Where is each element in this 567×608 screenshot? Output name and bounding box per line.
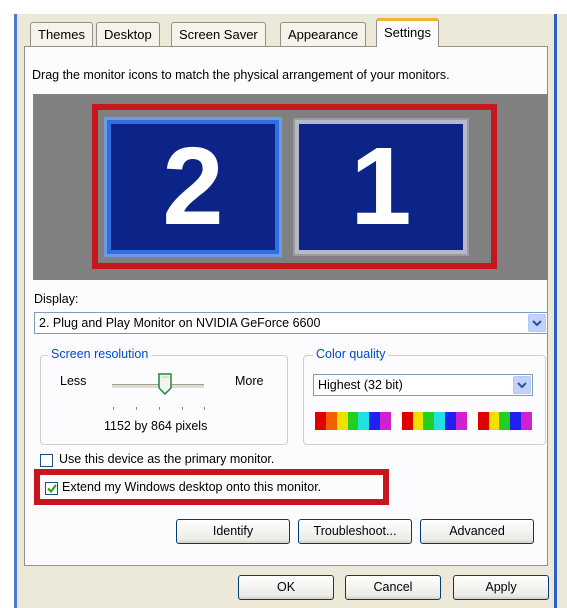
- color-swatch: [325, 412, 337, 430]
- cancel-button[interactable]: Cancel: [345, 575, 441, 600]
- color-swatch: [347, 412, 359, 430]
- chevron-down-icon[interactable]: [528, 314, 546, 332]
- primary-monitor-checkbox[interactable]: [40, 454, 53, 467]
- color-quality-value: Highest (32 bit): [318, 378, 403, 392]
- slider-tick: [204, 407, 205, 410]
- display-select-value: 2. Plug and Play Monitor on NVIDIA GeFor…: [39, 316, 321, 330]
- display-select[interactable]: 2. Plug and Play Monitor on NVIDIA GeFor…: [34, 312, 548, 334]
- resolution-less-label: Less: [60, 374, 87, 388]
- slider-tick: [113, 407, 114, 410]
- color-swatch: [445, 412, 456, 430]
- monitor-arrangement-preview: 2 1: [33, 94, 548, 280]
- troubleshoot-button[interactable]: Troubleshoot...: [298, 519, 412, 544]
- extend-desktop-label: Extend my Windows desktop onto this moni…: [62, 480, 322, 494]
- color-quality-group: [303, 355, 546, 445]
- window-border-right: [554, 14, 557, 608]
- color-quality-preview-bar: [315, 412, 532, 430]
- color-swatch: [477, 412, 489, 430]
- color-swatch: [466, 412, 478, 430]
- window-left-edge: [0, 0, 14, 608]
- advanced-button[interactable]: Advanced: [420, 519, 534, 544]
- resolution-value: 1152 by 864 pixels: [104, 419, 208, 433]
- color-quality-title: Color quality: [313, 347, 389, 361]
- color-swatch: [412, 412, 424, 430]
- color-swatch: [434, 412, 446, 430]
- slider-tick: [159, 407, 160, 410]
- color-swatch: [401, 412, 413, 430]
- color-swatch: [380, 412, 391, 430]
- screen-resolution-title: Screen resolution: [48, 347, 152, 361]
- color-swatch: [510, 412, 522, 430]
- color-swatch: [423, 412, 435, 430]
- chevron-down-icon[interactable]: [513, 376, 531, 394]
- color-swatch: [455, 412, 467, 430]
- window-top-edge: [0, 0, 567, 14]
- identify-button[interactable]: Identify: [176, 519, 290, 544]
- color-swatch: [488, 412, 500, 430]
- color-swatch: [521, 412, 532, 430]
- color-swatch: [499, 412, 511, 430]
- color-quality-select[interactable]: Highest (32 bit): [313, 374, 533, 396]
- slider-tick: [136, 407, 137, 410]
- resolution-slider-thumb[interactable]: [158, 373, 172, 396]
- tab-themes[interactable]: Themes: [30, 22, 93, 46]
- resolution-more-label: More: [235, 374, 264, 388]
- color-swatch: [336, 412, 348, 430]
- tab-appearance[interactable]: Appearance: [280, 22, 367, 46]
- apply-button[interactable]: Apply: [453, 575, 549, 600]
- ok-button[interactable]: OK: [238, 575, 334, 600]
- checkmark-icon: [46, 484, 57, 493]
- primary-monitor-label: Use this device as the primary monitor.: [59, 452, 275, 466]
- tab-desktop[interactable]: Desktop: [96, 22, 160, 46]
- instructions-text: Drag the monitor icons to match the phys…: [32, 68, 450, 82]
- color-swatch: [390, 412, 402, 430]
- display-label: Display:: [34, 292, 79, 306]
- color-swatch: [369, 412, 381, 430]
- monitor-2-icon[interactable]: 2: [104, 117, 282, 257]
- tab-screen-saver[interactable]: Screen Saver: [171, 22, 266, 46]
- color-swatch: [315, 412, 326, 430]
- color-swatch: [358, 412, 370, 430]
- window-border-left: [14, 14, 17, 608]
- tab-settings[interactable]: Settings: [376, 18, 439, 47]
- extend-desktop-checkbox[interactable]: [45, 482, 58, 495]
- monitor-1-icon[interactable]: 1: [293, 118, 469, 256]
- slider-tick: [182, 407, 183, 410]
